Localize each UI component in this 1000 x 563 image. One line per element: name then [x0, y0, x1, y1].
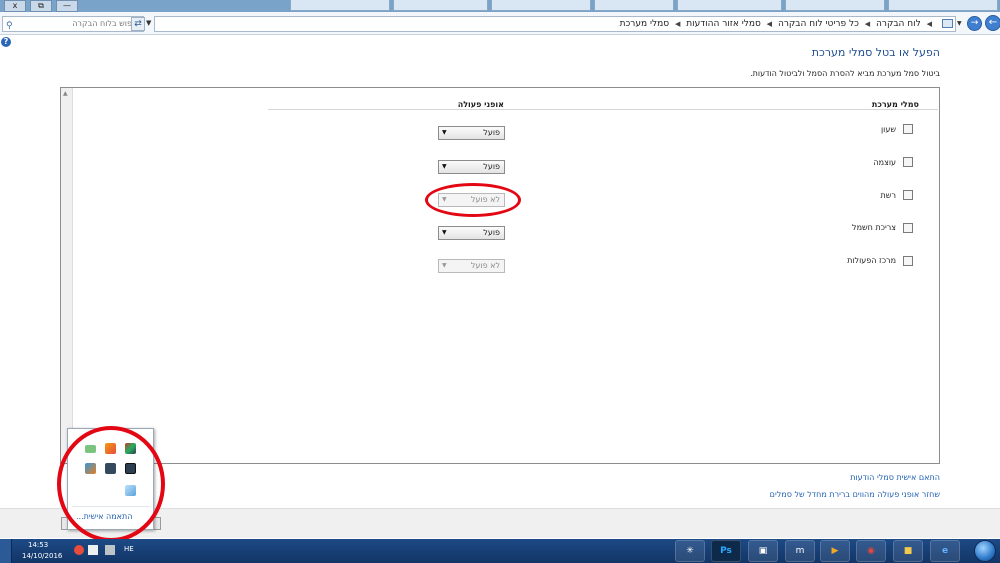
search-input[interactable]: ⚲ חיפוש בלוח הבקרה [2, 16, 144, 32]
close-window-button[interactable]: x [4, 0, 26, 12]
language-indicator[interactable]: HE [124, 545, 134, 553]
network-computers-icon[interactable]: ▣ [748, 540, 778, 562]
internet-explorer-icon[interactable]: e [930, 540, 960, 562]
mail-m-icon[interactable]: m [785, 540, 815, 562]
power-behavior-select[interactable]: ▼ פועל [438, 226, 505, 240]
taskbar [0, 539, 1000, 563]
control-panel-icon [942, 19, 953, 28]
chevron-down-icon: ▼ [442, 262, 447, 269]
chrome-icon[interactable]: ◉ [856, 540, 886, 562]
show-desktop-button[interactable] [0, 539, 12, 563]
network-icon[interactable] [88, 545, 98, 555]
address-bar: ⚲ חיפוש בלוח הבקרה ⇄ ▼ ◀ לוח הבקרה ◀ כל … [0, 12, 1000, 35]
select-value: פועל [483, 128, 500, 137]
show-hidden-icons-icon[interactable] [105, 545, 115, 555]
action-center-flag-icon [903, 256, 913, 266]
browser-tab[interactable] [677, 0, 782, 11]
browser-tab[interactable] [785, 0, 885, 11]
history-dropdown-icon[interactable]: ▼ [957, 20, 962, 27]
chevron-icon: ◀ [766, 20, 773, 28]
chevron-down-icon: ▼ [442, 229, 447, 236]
page-title: הפעל או בטל סמלי מערכת [811, 46, 940, 59]
breadcrumb-item[interactable]: סמלי אזור ההודעות [686, 19, 761, 29]
minimize-window-button[interactable]: — [56, 0, 78, 12]
red-annotation-circle [57, 426, 165, 542]
column-header-icons: סמלי מערכת [871, 100, 919, 109]
clock-date[interactable]: 14/10/2016 [22, 552, 62, 560]
browser-tab[interactable] [491, 0, 591, 11]
browser-tab-strip: x ⧉ — [0, 0, 1000, 12]
forward-arrow-icon[interactable]: → [967, 16, 982, 31]
breadcrumb-item[interactable]: כל פריטי לוח הבקרה [778, 19, 859, 29]
explorer-wheel-icon[interactable]: ✳ [675, 540, 705, 562]
red-annotation-circle [425, 183, 521, 217]
row-label-network: רשת [880, 191, 896, 200]
search-placeholder: חיפוש בלוח הבקרה [72, 19, 139, 28]
chevron-icon: ◀ [926, 20, 932, 28]
page-description: ביטול סמל מערכת מביא להסרת הסמל ולביטול … [750, 69, 940, 78]
browser-tab[interactable] [393, 0, 488, 11]
breadcrumb-item[interactable]: לוח הבקרה [876, 19, 921, 29]
select-value: לא פועל [470, 261, 500, 270]
folder-icon[interactable]: ■ [893, 540, 923, 562]
network-icon [903, 190, 913, 200]
speaker-icon[interactable] [74, 545, 84, 555]
breadcrumb[interactable]: ◀ לוח הבקרה ◀ כל פריטי לוח הבקרה ◀ סמלי … [154, 16, 956, 32]
restore-window-button[interactable]: ⧉ [30, 0, 52, 12]
row-label-volume: עוצמה [873, 158, 896, 167]
restore-default-behaviors-link[interactable]: שחזר אופני פעולה מהווים ברירת מחדל של סמ… [770, 490, 940, 499]
search-icon[interactable]: ⚲ [6, 19, 13, 33]
column-header-behavior: אופני פעולה [457, 100, 504, 109]
photoshop-label: Ps [720, 546, 732, 556]
clock-behavior-select[interactable]: ▼ פועל [438, 126, 505, 140]
header-divider [268, 109, 938, 110]
back-arrow-icon[interactable]: ← [985, 15, 1000, 31]
row-label-clock: שעון [880, 125, 896, 134]
row-label-action-center: מרכז הפעולות [847, 256, 896, 265]
power-icon [903, 223, 913, 233]
action-center-behavior-select: ▼ לא פועל [438, 259, 505, 273]
browser-tab[interactable] [594, 0, 674, 11]
chevron-icon: ◀ [674, 20, 681, 28]
select-value: פועל [483, 162, 500, 171]
row-label-power: צריכת חשמל [852, 223, 896, 232]
start-button[interactable] [974, 540, 996, 562]
volume-behavior-select[interactable]: ▼ פועל [438, 160, 505, 174]
chevron-down-icon: ▼ [442, 129, 447, 136]
help-icon[interactable]: ? [1, 37, 11, 47]
volume-icon [903, 157, 913, 167]
select-value: פועל [483, 228, 500, 237]
chevron-icon: ◀ [864, 20, 871, 28]
customize-notification-icons-link[interactable]: התאם אישית סמלי הודעות [850, 473, 940, 482]
refresh-button[interactable]: ⇄ [131, 17, 145, 31]
scroll-up-icon[interactable]: ▲ [63, 90, 68, 97]
breadcrumb-item[interactable]: סמלי מערכת [620, 19, 669, 29]
browser-tab[interactable] [290, 0, 390, 11]
clock-icon [903, 124, 913, 134]
media-player-icon[interactable]: ▶ [820, 540, 850, 562]
clock-time[interactable]: 14:53 [28, 541, 48, 549]
address-dropdown-icon[interactable]: ▼ [146, 19, 151, 27]
photoshop-icon[interactable]: Ps [711, 540, 741, 562]
system-icons-list: ▲ סמלי מערכת אופני פעולה שעון ▼ פועל עוצ… [60, 87, 940, 464]
browser-tab[interactable] [888, 0, 998, 11]
chevron-down-icon: ▼ [442, 163, 447, 170]
scrollbar[interactable]: ▲ [61, 88, 73, 463]
